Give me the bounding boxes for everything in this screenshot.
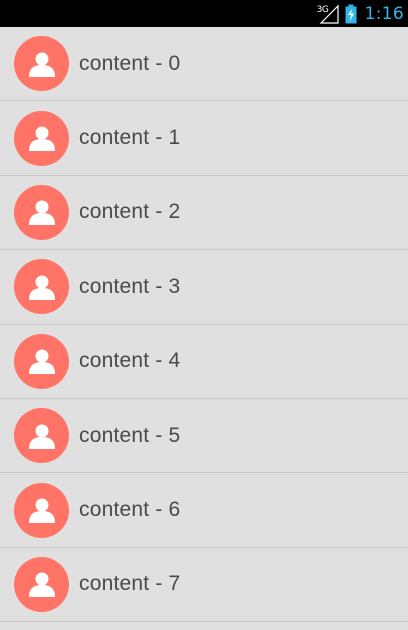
list-item-label: content - 5 [79,423,181,447]
list-item[interactable]: content - 1 [0,101,408,176]
list-item[interactable]: content - 4 [0,325,408,399]
list-item-label: content - 6 [79,498,181,522]
list-item-label: content - 7 [79,572,181,596]
list-item[interactable]: content - 6 [0,473,408,548]
content-list: content - 0 content - 1 content - 2 cont… [0,27,408,630]
list-item[interactable]: content - 5 [0,399,408,474]
signal-icon: 3G [317,4,339,24]
list-item-label: content - 3 [79,274,181,298]
list-item-label: content - 4 [79,349,181,373]
person-icon [28,498,55,524]
person-icon [28,52,55,77]
avatar [14,482,69,538]
avatar [14,556,69,612]
person-icon [28,349,55,375]
list-item[interactable]: content - 7 [0,548,408,623]
list-item-label: content - 2 [79,200,181,224]
avatar [14,110,69,166]
battery-charging-icon [345,4,357,24]
list-item[interactable]: content - 0 [0,27,408,102]
status-bar: 3G 1:16 [0,0,408,27]
avatar [14,333,69,389]
avatar [14,184,69,240]
list-item[interactable]: content - 2 [0,176,408,251]
person-icon [28,200,55,226]
clock: 1:16 [364,3,404,24]
person-icon [28,126,55,152]
list-item[interactable]: content - 3 [0,250,408,325]
person-icon [28,424,55,449]
person-icon [28,572,55,598]
list-item-label: content - 1 [79,126,181,150]
person-icon [28,275,55,300]
list-item-label: content - 0 [79,51,181,75]
avatar [14,36,69,92]
avatar [14,408,69,464]
avatar [14,259,69,315]
